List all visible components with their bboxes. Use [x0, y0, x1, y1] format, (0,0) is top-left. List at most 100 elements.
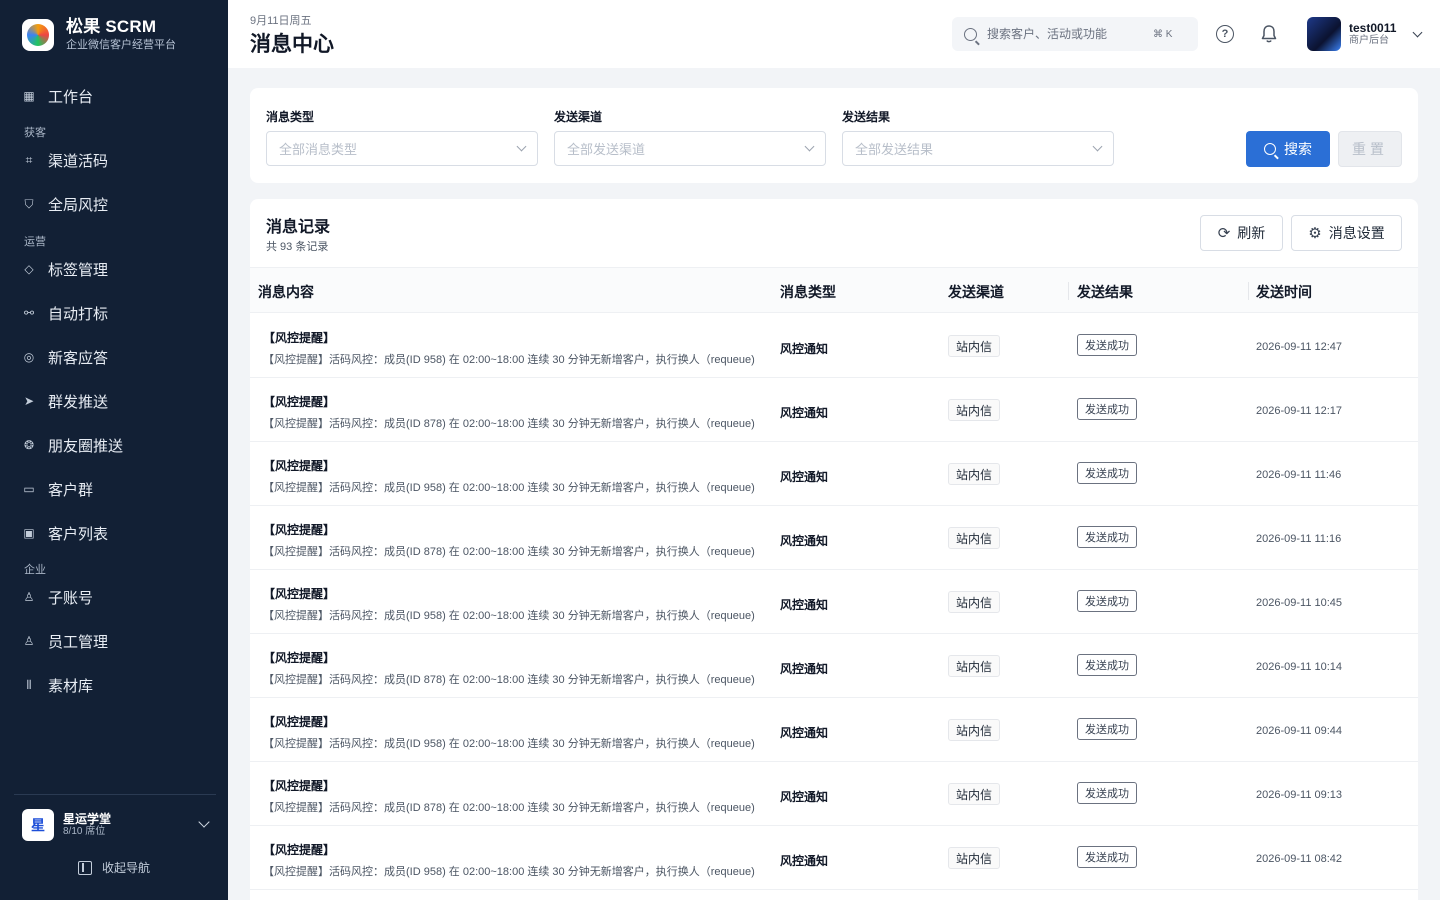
message-title: 【风控提醒】 [263, 331, 336, 345]
message-title: 【风控提醒】 [263, 395, 336, 409]
auto-tag-icon: ⚯ [23, 306, 35, 320]
message-type: 风控通知 [780, 598, 829, 612]
status-badge: 发送成功 [1077, 654, 1137, 676]
chevron-down-icon [516, 141, 527, 152]
message-type: 风控通知 [780, 726, 829, 740]
table-row[interactable]: 【风控提醒】 【风控提醒】活码风控：成员(ID 958) 在 02:00~18:… [250, 442, 1418, 506]
send-time: 2026-09-11 09:44 [1256, 725, 1343, 737]
table-row[interactable]: 【风控提醒】 【风控提醒】活码风控：成员(ID 958) 在 02:00~18:… [250, 570, 1418, 634]
sidebar-item-label: 群发推送 [48, 393, 109, 411]
sidebar-item-sub-accounts[interactable]: ♙ 子账号 [22, 586, 93, 608]
collapse-nav-button[interactable]: 收起导航 [78, 859, 150, 876]
column-header: 发送渠道 [948, 284, 1004, 300]
user-menu[interactable]: test0011 商户后台 [1307, 17, 1423, 51]
workspace-avatar: 星 [22, 809, 54, 841]
qrcode-icon: ⌗ [25, 152, 33, 167]
message-content: 【风控提醒】活码风控：成员(ID 958) 在 02:00~18:00 连续 3… [263, 866, 755, 878]
brand[interactable]: 松果 SCRM 企业微信客户经营平台 [22, 17, 176, 52]
send-time: 2026-09-11 12:17 [1256, 405, 1343, 417]
sidebar-item-channel-qrcode[interactable]: ⌗ 渠道活码 [22, 149, 108, 171]
message-content: 【风控提醒】活码风控：成员(ID 958) 在 02:00~18:00 连续 3… [263, 738, 755, 750]
channel-tag: 站内信 [948, 463, 1001, 485]
channel-tag: 站内信 [948, 655, 1001, 677]
reset-button[interactable]: 重置 [1338, 131, 1402, 167]
message-content: 【风控提醒】活码风控：成员(ID 878) 在 02:00~18:00 连续 3… [263, 802, 755, 814]
table-row[interactable]: 【风控提醒】 【风控提醒】活码风控：成员(ID 958) 在 02:00~18:… [250, 698, 1418, 762]
sidebar-item-staff[interactable]: ♙ 员工管理 [22, 630, 108, 652]
sidebar-item-library[interactable]: ⫴ 素材库 [22, 674, 93, 696]
refresh-button[interactable]: ⟳ 刷新 [1200, 215, 1283, 251]
sidebar-item-auto-tag[interactable]: ⚯ 自动打标 [22, 302, 108, 324]
message-type: 风控通知 [780, 470, 829, 484]
message-settings-button[interactable]: ⚙ 消息设置 [1291, 215, 1402, 251]
message-type-select[interactable]: 全部消息类型 [266, 131, 538, 166]
help-icon[interactable]: ? [1216, 25, 1234, 43]
sidebar-item-moments[interactable]: ❂ 朋友圈推送 [22, 434, 123, 456]
bell-icon[interactable] [1260, 24, 1278, 44]
select-placeholder: 全部发送渠道 [567, 142, 646, 157]
chevron-down-icon [1412, 27, 1423, 37]
current-date: 9月11日周五 [250, 15, 312, 27]
sidebar: 松果 SCRM 企业微信客户经营平台 ▦ 工作台 获客 ⌗ 渠道活码 ⛉ 全局风… [0, 0, 228, 900]
message-content: 【风控提醒】活码风控：成员(ID 958) 在 02:00~18:00 连续 3… [263, 482, 755, 494]
brand-logo-icon [22, 18, 54, 51]
workspace-selector[interactable]: 星 星运学堂 8/10 席位 [22, 809, 212, 841]
table-header: 消息内容 消息类型 发送渠道 发送结果 发送时间 [250, 267, 1418, 313]
staff-icon: ♙ [23, 634, 35, 648]
status-badge: 发送成功 [1077, 782, 1137, 804]
status-badge: 发送成功 [1077, 846, 1137, 868]
search-shortcut: ⌘ K [1153, 28, 1173, 40]
status-badge: 发送成功 [1077, 398, 1137, 420]
status-badge: 发送成功 [1077, 718, 1137, 740]
table-row[interactable]: 【风控提醒】 【风控提醒】活码风控：成员(ID 878) 在 02:00~18:… [250, 378, 1418, 442]
sidebar-item-new-reply[interactable]: ◎ 新客应答 [22, 346, 108, 368]
reset-button-label: 重置 [1352, 141, 1388, 157]
refresh-icon: ⟳ [1217, 225, 1231, 242]
message-type: 风控通知 [780, 406, 829, 420]
status-badge: 发送成功 [1077, 590, 1137, 612]
table-row[interactable]: 【风控提醒】 【风控提醒】活码风控：成员(ID 878) 在 02:00~18:… [250, 634, 1418, 698]
send-result-select[interactable]: 全部发送结果 [842, 131, 1114, 166]
sidebar-item-mass-send[interactable]: ➤ 群发推送 [22, 390, 108, 412]
global-search[interactable]: ⌘ K [952, 17, 1198, 51]
tag-icon: ◇ [24, 262, 34, 276]
sidebar-item-customer-group[interactable]: ▭ 客户群 [22, 478, 93, 500]
global-search-input[interactable] [987, 27, 1147, 41]
search-button[interactable]: 搜索 [1246, 131, 1330, 167]
sidebar-item-risk-control[interactable]: ⛉ 全局风控 [22, 193, 108, 215]
contact-icon: ▣ [23, 526, 35, 540]
send-time: 2026-09-11 10:14 [1256, 661, 1343, 673]
records-count: 共 93 条记录 [266, 241, 329, 253]
filter-send-channel: 发送渠道 全部发送渠道 [554, 108, 826, 166]
channel-tag: 站内信 [948, 527, 1001, 549]
channel-tag: 站内信 [948, 847, 1001, 869]
message-title: 【风控提醒】 [263, 523, 336, 537]
message-title: 【风控提醒】 [263, 651, 336, 665]
sidebar-item-dashboard[interactable]: ▦ 工作台 [22, 85, 93, 107]
avatar [1307, 17, 1341, 51]
table-row[interactable]: 【风控提醒】 【风控提醒】活码风控：成员(ID 958) 在 02:00~18:… [250, 314, 1418, 378]
message-title: 【风控提醒】 [263, 715, 336, 729]
message-settings-label: 消息设置 [1328, 225, 1385, 241]
message-title: 【风控提醒】 [263, 459, 336, 473]
table-row[interactable]: 【风控提醒】 【风控提醒】活码风控：成员(ID 878) 在 02:00~18:… [250, 762, 1418, 826]
table-row[interactable]: 【风控提醒】 【风控提醒】活码风控：成员(ID 958) 在 02:00~18:… [250, 826, 1418, 890]
collapse-nav-label: 收起导航 [102, 861, 151, 875]
sidebar-item-label: 素材库 [48, 677, 94, 695]
message-content: 【风控提醒】活码风控：成员(ID 878) 在 02:00~18:00 连续 3… [263, 546, 755, 558]
table-row[interactable]: 【风控提醒】 【风控提醒】活码风控：成员(ID 878) 在 02:00~18:… [250, 506, 1418, 570]
status-badge: 发送成功 [1077, 462, 1137, 484]
sidebar-item-tags[interactable]: ◇ 标签管理 [22, 258, 108, 280]
send-channel-select[interactable]: 全部发送渠道 [554, 131, 826, 166]
message-title: 【风控提醒】 [263, 587, 336, 601]
message-content: 【风控提醒】活码风控：成员(ID 878) 在 02:00~18:00 连续 3… [263, 674, 755, 686]
column-divider [1068, 282, 1069, 300]
message-content: 【风控提醒】活码风控：成员(ID 878) 在 02:00~18:00 连续 3… [263, 418, 755, 430]
filter-label: 发送渠道 [554, 110, 603, 124]
sidebar-item-customer-list[interactable]: ▣ 客户列表 [22, 522, 108, 544]
filter-panel: 消息类型 全部消息类型 发送渠道 全部发送渠道 发送结果 全部发送结果 搜索 重… [250, 88, 1418, 183]
message-type: 风控通知 [780, 854, 829, 868]
select-placeholder: 全部发送结果 [855, 142, 934, 157]
channel-tag: 站内信 [948, 591, 1001, 613]
moments-icon: ❂ [23, 438, 35, 452]
